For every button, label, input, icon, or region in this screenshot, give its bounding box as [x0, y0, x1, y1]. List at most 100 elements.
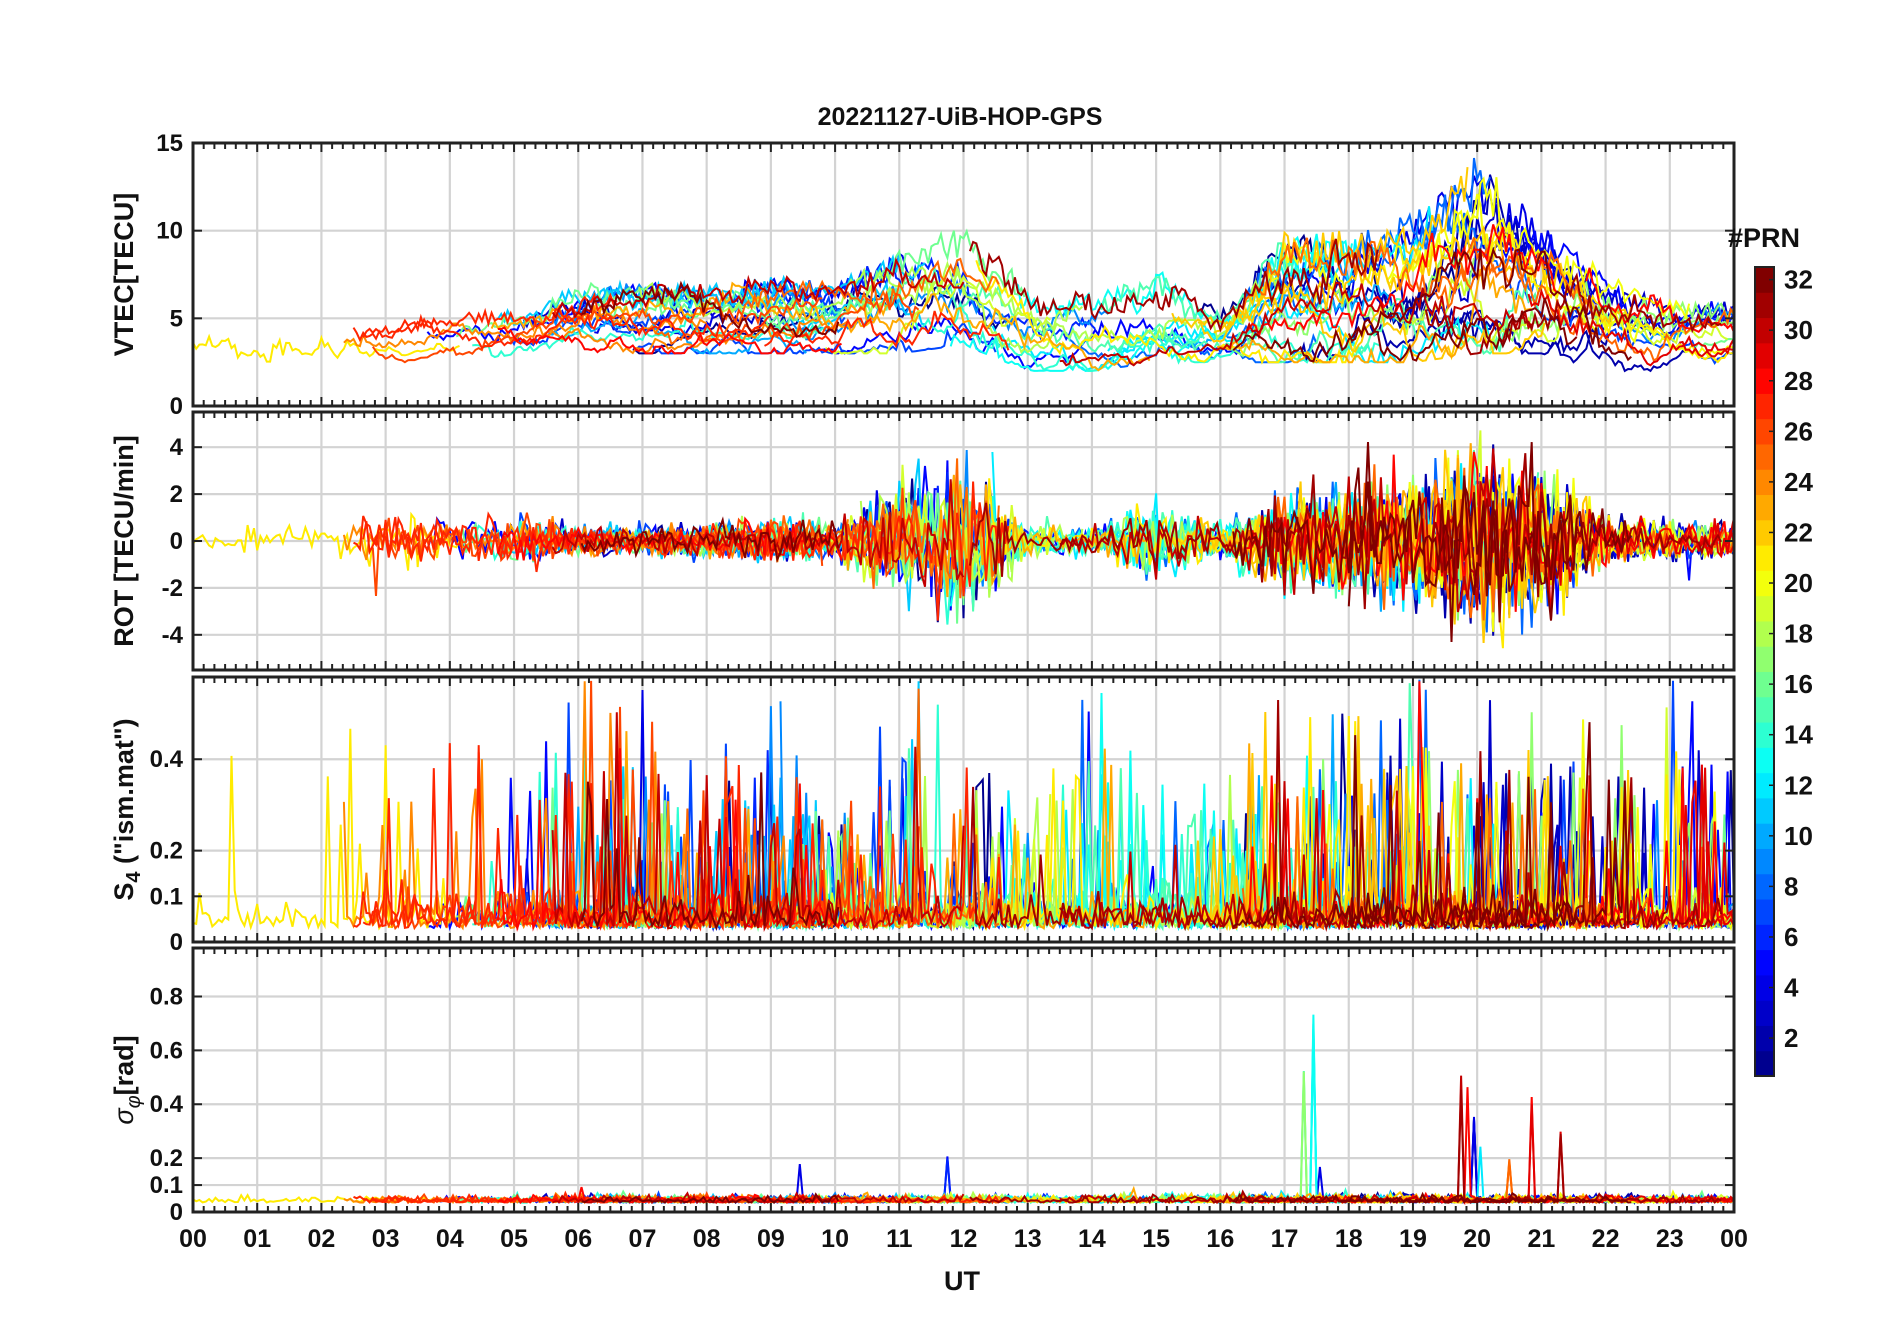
- y-tick-label: 10: [156, 218, 183, 245]
- y-tick-label: 0.2: [150, 838, 183, 865]
- x-tick-label: 09: [757, 1225, 785, 1253]
- x-tick-label: 11: [886, 1225, 913, 1253]
- colorbar-step: [1755, 1050, 1774, 1077]
- colorbar-steps: [1755, 267, 1774, 1077]
- colorbar-step: [1755, 545, 1774, 571]
- s4-ylabel-main: S: [109, 883, 139, 901]
- colorbar-tick-label: 32: [1784, 265, 1813, 295]
- x-tick-label: 19: [1399, 1225, 1427, 1253]
- colorbar-step: [1755, 696, 1774, 723]
- colorbar-tick-label: 14: [1784, 720, 1813, 750]
- x-tick-label: 07: [629, 1225, 657, 1253]
- colorbar-tick-label: 8: [1784, 871, 1798, 901]
- sigma-phi-panel: 00.10.2 0.4 0.6 0.8 σφ[rad]: [109, 946, 1736, 1226]
- vtec-ylabel: VTEC[TECU]: [109, 193, 139, 357]
- y-tick-label: 0.4: [150, 1091, 184, 1118]
- y-tick-label: 0.1: [150, 883, 183, 910]
- colorbar-step: [1755, 292, 1774, 319]
- x-tick-label: 10: [821, 1225, 849, 1253]
- x-tick-label: 13: [1014, 1225, 1042, 1253]
- x-tick-label: 20: [1463, 1225, 1491, 1253]
- y-tick-label: 0.1: [150, 1172, 183, 1199]
- colorbar-step: [1755, 949, 1774, 976]
- x-tick-label: 17: [1271, 1225, 1299, 1253]
- prn-15-trace: [1149, 1077, 1539, 1205]
- sigma-phi-ylabel: σφ[rad]: [109, 1035, 145, 1124]
- colorbar-tick-label: 10: [1784, 821, 1813, 851]
- x-tick-label: 00: [179, 1225, 207, 1253]
- figure: 20221127-UiB-HOP-GPS 051015 VTEC[TECU] -…: [109, 103, 1813, 1296]
- colorbar-tick-label: 6: [1784, 922, 1798, 952]
- s4-panel: 0 0.1 0.2 0.4 S4 ("ism.mat"): [109, 675, 1736, 956]
- x-tick-labels: 00 01 02 03 04 05 06 07 08 09 10 11 12 13 14 15 16 17 18 19…: [179, 1225, 1748, 1253]
- x-tick-label: 18: [1335, 1225, 1363, 1253]
- sigma-phi-ylabel-sub: φ: [123, 1095, 145, 1108]
- s4-ylabel-rest: ("ism.mat"): [109, 718, 139, 871]
- sigma-phi-ylabel-main: σ: [109, 1107, 139, 1125]
- y-tick-label: 0.4: [150, 746, 184, 773]
- y-tick-label: -2: [162, 575, 183, 602]
- y-tick-label: 0.8: [150, 983, 183, 1010]
- vtec-panel: 0 5 10 15 VTEC[TECU]: [109, 130, 1736, 420]
- prn-15-trace: [1100, 1070, 1327, 1205]
- colorbar-tick-label: 12: [1784, 770, 1813, 800]
- sigma-phi-ylabel-rest: [rad]: [109, 1035, 139, 1095]
- x-tick-label: 08: [693, 1225, 721, 1253]
- colorbar-tick-label: 16: [1784, 669, 1813, 699]
- colorbar: 2468101214161820222426283032 #PRN: [1728, 223, 1813, 1077]
- colorbar-tick-label: 30: [1784, 315, 1813, 345]
- colorbar-tick-label: 26: [1784, 416, 1813, 446]
- x-tick-label: 00: [1720, 1225, 1748, 1253]
- colorbar-step: [1755, 646, 1774, 672]
- x-tick-label: 23: [1656, 1225, 1684, 1253]
- y-tick-label: 2: [170, 481, 183, 508]
- colorbar-tick-label: 28: [1784, 366, 1813, 396]
- y-tick-label: 0.6: [150, 1037, 183, 1064]
- colorbar-label: #PRN: [1728, 223, 1800, 253]
- y-tick-label: 0: [170, 393, 183, 420]
- colorbar-step: [1755, 443, 1774, 470]
- sigma-phi-grid: [191, 948, 1736, 1214]
- x-tick-label: 05: [500, 1225, 528, 1253]
- y-tick-label: 0: [170, 929, 183, 956]
- colorbar-step: [1755, 797, 1774, 824]
- colorbar-step: [1755, 595, 1774, 622]
- colorbar-tick-label: 18: [1784, 619, 1813, 649]
- colorbar-step: [1755, 342, 1774, 369]
- prn-12-trace: [991, 1028, 1433, 1204]
- colorbar-step: [1755, 899, 1774, 925]
- y-tick-label: 0.2: [150, 1145, 183, 1172]
- colorbar-tick-label: 22: [1784, 517, 1813, 547]
- x-tick-label: 15: [1142, 1225, 1170, 1253]
- x-tick-label: 04: [436, 1225, 464, 1253]
- x-tick-label: 02: [308, 1225, 336, 1253]
- rot-panel: -4 -2 0 2 4 ROT [TECU/min]: [109, 410, 1736, 672]
- colorbar-step: [1755, 393, 1774, 420]
- y-tick-label: 5: [170, 305, 183, 332]
- colorbar-step: [1755, 848, 1774, 875]
- prn-17-trace: [1229, 1071, 1475, 1205]
- x-axis-label: UT: [944, 1266, 980, 1296]
- colorbar-tick-label: 20: [1784, 568, 1813, 598]
- y-tick-label: -4: [162, 622, 184, 649]
- prn-3-trace: [1463, 1118, 1716, 1205]
- y-tick-label: 0: [170, 528, 183, 555]
- y-tick-label: 4: [170, 434, 184, 461]
- x-tick-label: 14: [1078, 1225, 1106, 1253]
- x-tick-label: 22: [1592, 1225, 1620, 1253]
- y-tick-label: 15: [156, 130, 183, 157]
- colorbar-tick-label: 24: [1784, 467, 1813, 497]
- x-tick-label: 03: [372, 1225, 400, 1253]
- colorbar-step: [1755, 494, 1774, 521]
- colorbar-step: [1755, 1000, 1774, 1026]
- x-tick-label: 12: [950, 1225, 978, 1253]
- s4-ylabel: S4 ("ism.mat"): [109, 718, 145, 900]
- rot-ylabel: ROT [TECU/min]: [109, 435, 139, 646]
- colorbar-tick-label: 2: [1784, 1023, 1798, 1053]
- colorbar-step: [1755, 747, 1774, 774]
- colorbar-ticks: 2468101214161820222426283032: [1769, 265, 1813, 1053]
- chart-title: 20221127-UiB-HOP-GPS: [818, 103, 1103, 131]
- y-tick-label: 0: [170, 1199, 183, 1226]
- prn-3-trace: [1377, 1119, 1734, 1204]
- x-tick-label: 06: [564, 1225, 592, 1253]
